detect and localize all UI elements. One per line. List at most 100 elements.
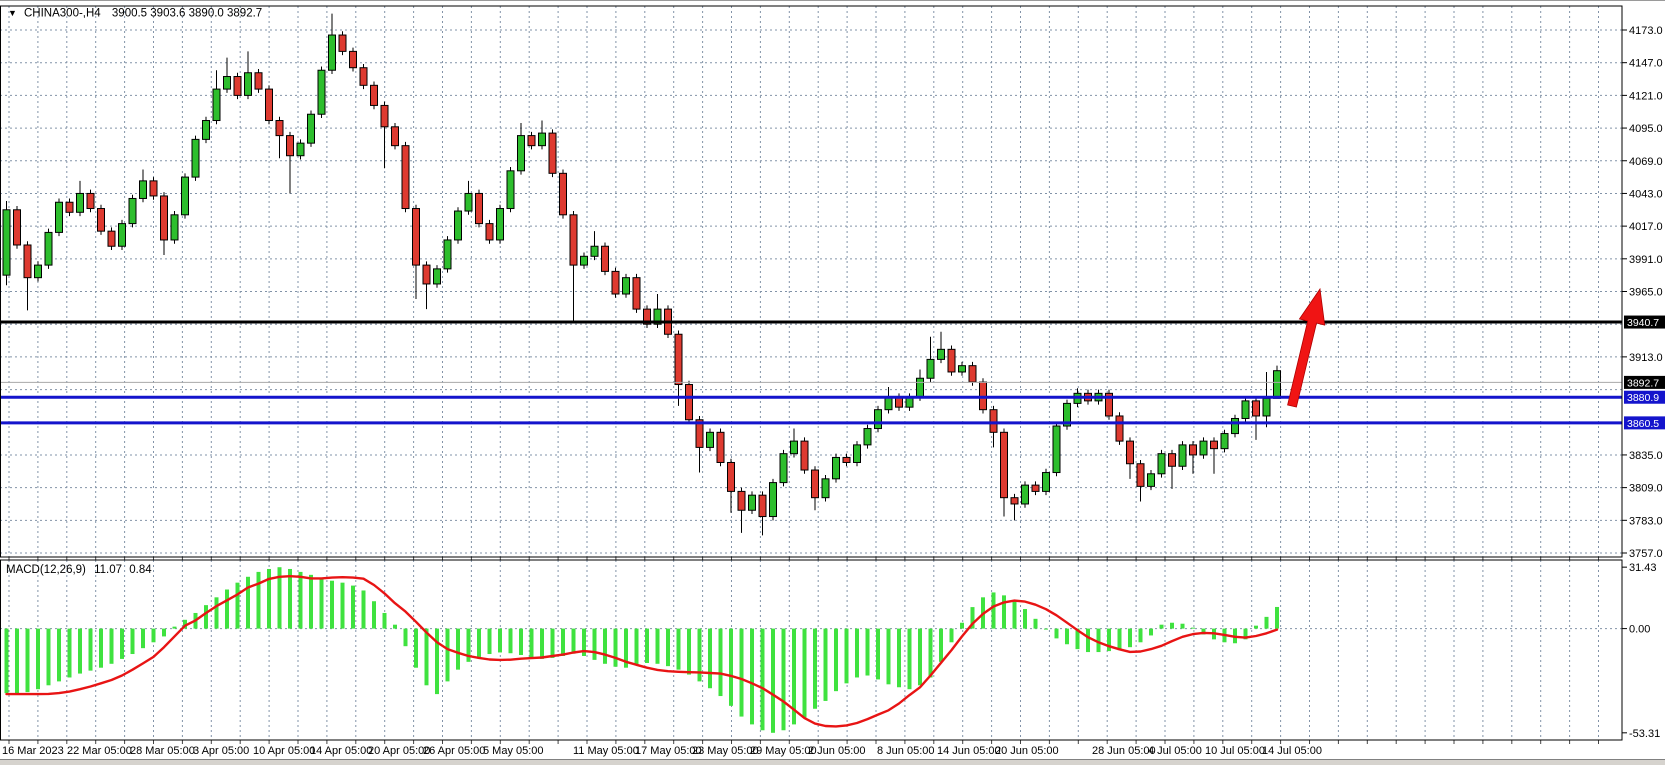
macd-histogram-bar xyxy=(225,590,229,629)
price-axis-label: 3783.0 xyxy=(1629,515,1663,527)
bullish-candle xyxy=(182,177,189,215)
bearish-candle xyxy=(413,209,420,266)
bearish-candle xyxy=(287,136,294,156)
bullish-candle xyxy=(56,202,63,232)
macd-histogram-bar xyxy=(593,629,597,660)
bullish-candle xyxy=(581,256,588,265)
macd-histogram-bar xyxy=(5,629,9,694)
bullish-candle xyxy=(329,35,336,70)
macd-histogram-bar xyxy=(1254,626,1258,629)
bearish-candle xyxy=(675,334,682,384)
macd-histogram-bar xyxy=(372,601,376,628)
bullish-candle xyxy=(465,193,472,211)
date-axis-label: 8 Jun 05:00 xyxy=(877,745,935,757)
bearish-candle xyxy=(570,215,577,265)
macd-histogram-bar xyxy=(288,569,292,629)
bullish-candle xyxy=(591,246,598,256)
macd-histogram-bar xyxy=(551,629,555,658)
macd-histogram-bar xyxy=(960,623,964,629)
price-axis-label: 3991.0 xyxy=(1629,254,1663,266)
date-axis-label: 23 May 05:00 xyxy=(692,745,759,757)
bullish-candle xyxy=(497,209,504,240)
bearish-candle xyxy=(1190,445,1197,455)
bearish-candle xyxy=(1001,432,1008,497)
macd-histogram-bar xyxy=(1139,629,1143,643)
bullish-candle xyxy=(885,397,892,410)
macd-histogram-bar xyxy=(456,629,460,670)
bullish-candle xyxy=(119,224,126,247)
date-axis-label: 5 May 05:00 xyxy=(483,745,544,757)
date-axis-label: 16 Mar 2023 xyxy=(2,745,64,757)
date-axis-label: 10 Apr 05:00 xyxy=(253,745,315,757)
macd-histogram-bar xyxy=(414,629,418,668)
macd-histogram-bar xyxy=(26,629,30,693)
bullish-candle xyxy=(1200,441,1207,455)
bullish-candle xyxy=(1148,474,1155,487)
bullish-candle xyxy=(791,441,798,454)
macd-histogram-bar xyxy=(477,629,481,657)
date-axis-label: 11 May 05:00 xyxy=(573,745,639,757)
macd-histogram-bar xyxy=(918,629,922,686)
bearish-candle xyxy=(1032,485,1039,491)
price-axis-label: 4173.0 xyxy=(1629,25,1663,37)
macd-histogram-bar xyxy=(824,629,828,701)
bearish-candle xyxy=(150,181,157,196)
bullish-candle xyxy=(780,454,787,483)
price-axis-label: 3913.0 xyxy=(1629,352,1663,364)
price-axis-label: 3965.0 xyxy=(1629,287,1663,299)
macd-histogram-bar xyxy=(666,629,670,667)
bullish-candle xyxy=(203,121,210,140)
bullish-candle xyxy=(171,215,178,240)
macd-histogram-bar xyxy=(950,629,954,643)
macd-histogram-bar xyxy=(131,629,135,654)
macd-histogram-bar xyxy=(1275,607,1279,629)
bullish-candle xyxy=(864,429,871,445)
bearish-candle xyxy=(486,224,493,240)
chart-dropdown-icon[interactable]: ▼ xyxy=(8,8,17,18)
macd-histogram-bar xyxy=(782,629,786,731)
bullish-candle xyxy=(1242,401,1249,419)
bullish-candle xyxy=(3,210,10,275)
macd-histogram-bar xyxy=(719,629,723,696)
bullish-candle xyxy=(917,378,924,397)
bearish-candle xyxy=(759,495,766,516)
macd-histogram-bar xyxy=(561,629,565,656)
macd-histogram-bar xyxy=(992,592,996,628)
bullish-candle xyxy=(308,114,315,143)
macd-histogram-bar xyxy=(729,629,733,706)
macd-histogram-bar xyxy=(299,572,303,629)
macd-histogram-bar xyxy=(1181,624,1185,629)
macd-histogram-bar xyxy=(677,629,681,670)
bearish-candle xyxy=(1011,498,1018,504)
bullish-candle xyxy=(444,240,451,269)
bearish-candle xyxy=(381,105,388,126)
ohlc-values: 3900.5 3903.6 3890.0 3892.7 xyxy=(112,8,262,20)
macd-histogram-bar xyxy=(855,629,859,678)
macd-histogram-bar xyxy=(425,629,429,686)
date-axis-label: 26 Apr 05:00 xyxy=(423,745,485,757)
macd-histogram-bar xyxy=(1044,629,1048,630)
bullish-candle xyxy=(539,133,546,146)
bearish-candle xyxy=(402,146,409,209)
mt4-chart-window: 3940.73880.93860.53892.74173.04147.04121… xyxy=(0,0,1665,765)
macd-axis-label: 31.43 xyxy=(1629,562,1657,574)
bullish-candle xyxy=(1221,434,1228,449)
macd-histogram-bar xyxy=(1160,625,1164,629)
macd-histogram-bar xyxy=(572,629,576,654)
macd-histogram-bar xyxy=(939,629,943,662)
macd-histogram-bar xyxy=(120,629,124,659)
macd-histogram-bar xyxy=(708,629,712,689)
macd-histogram-bar xyxy=(383,613,387,629)
macd-histogram-bar xyxy=(519,629,523,655)
price-axis-label: 4069.0 xyxy=(1629,156,1663,168)
macd-histogram-bar xyxy=(540,629,544,659)
chart-area[interactable]: 3940.73880.93860.53892.74173.04147.04121… xyxy=(0,0,1665,765)
bullish-candle xyxy=(927,359,934,378)
date-axis-label: 14 Jul 05:00 xyxy=(1262,745,1322,757)
macd-signal-value: 0.84 xyxy=(129,564,152,576)
macd-histogram-bar xyxy=(488,629,492,654)
bearish-candle xyxy=(339,35,346,51)
macd-histogram-bar xyxy=(498,629,502,653)
bullish-candle xyxy=(770,483,777,517)
macd-histogram-bar xyxy=(1065,629,1069,645)
